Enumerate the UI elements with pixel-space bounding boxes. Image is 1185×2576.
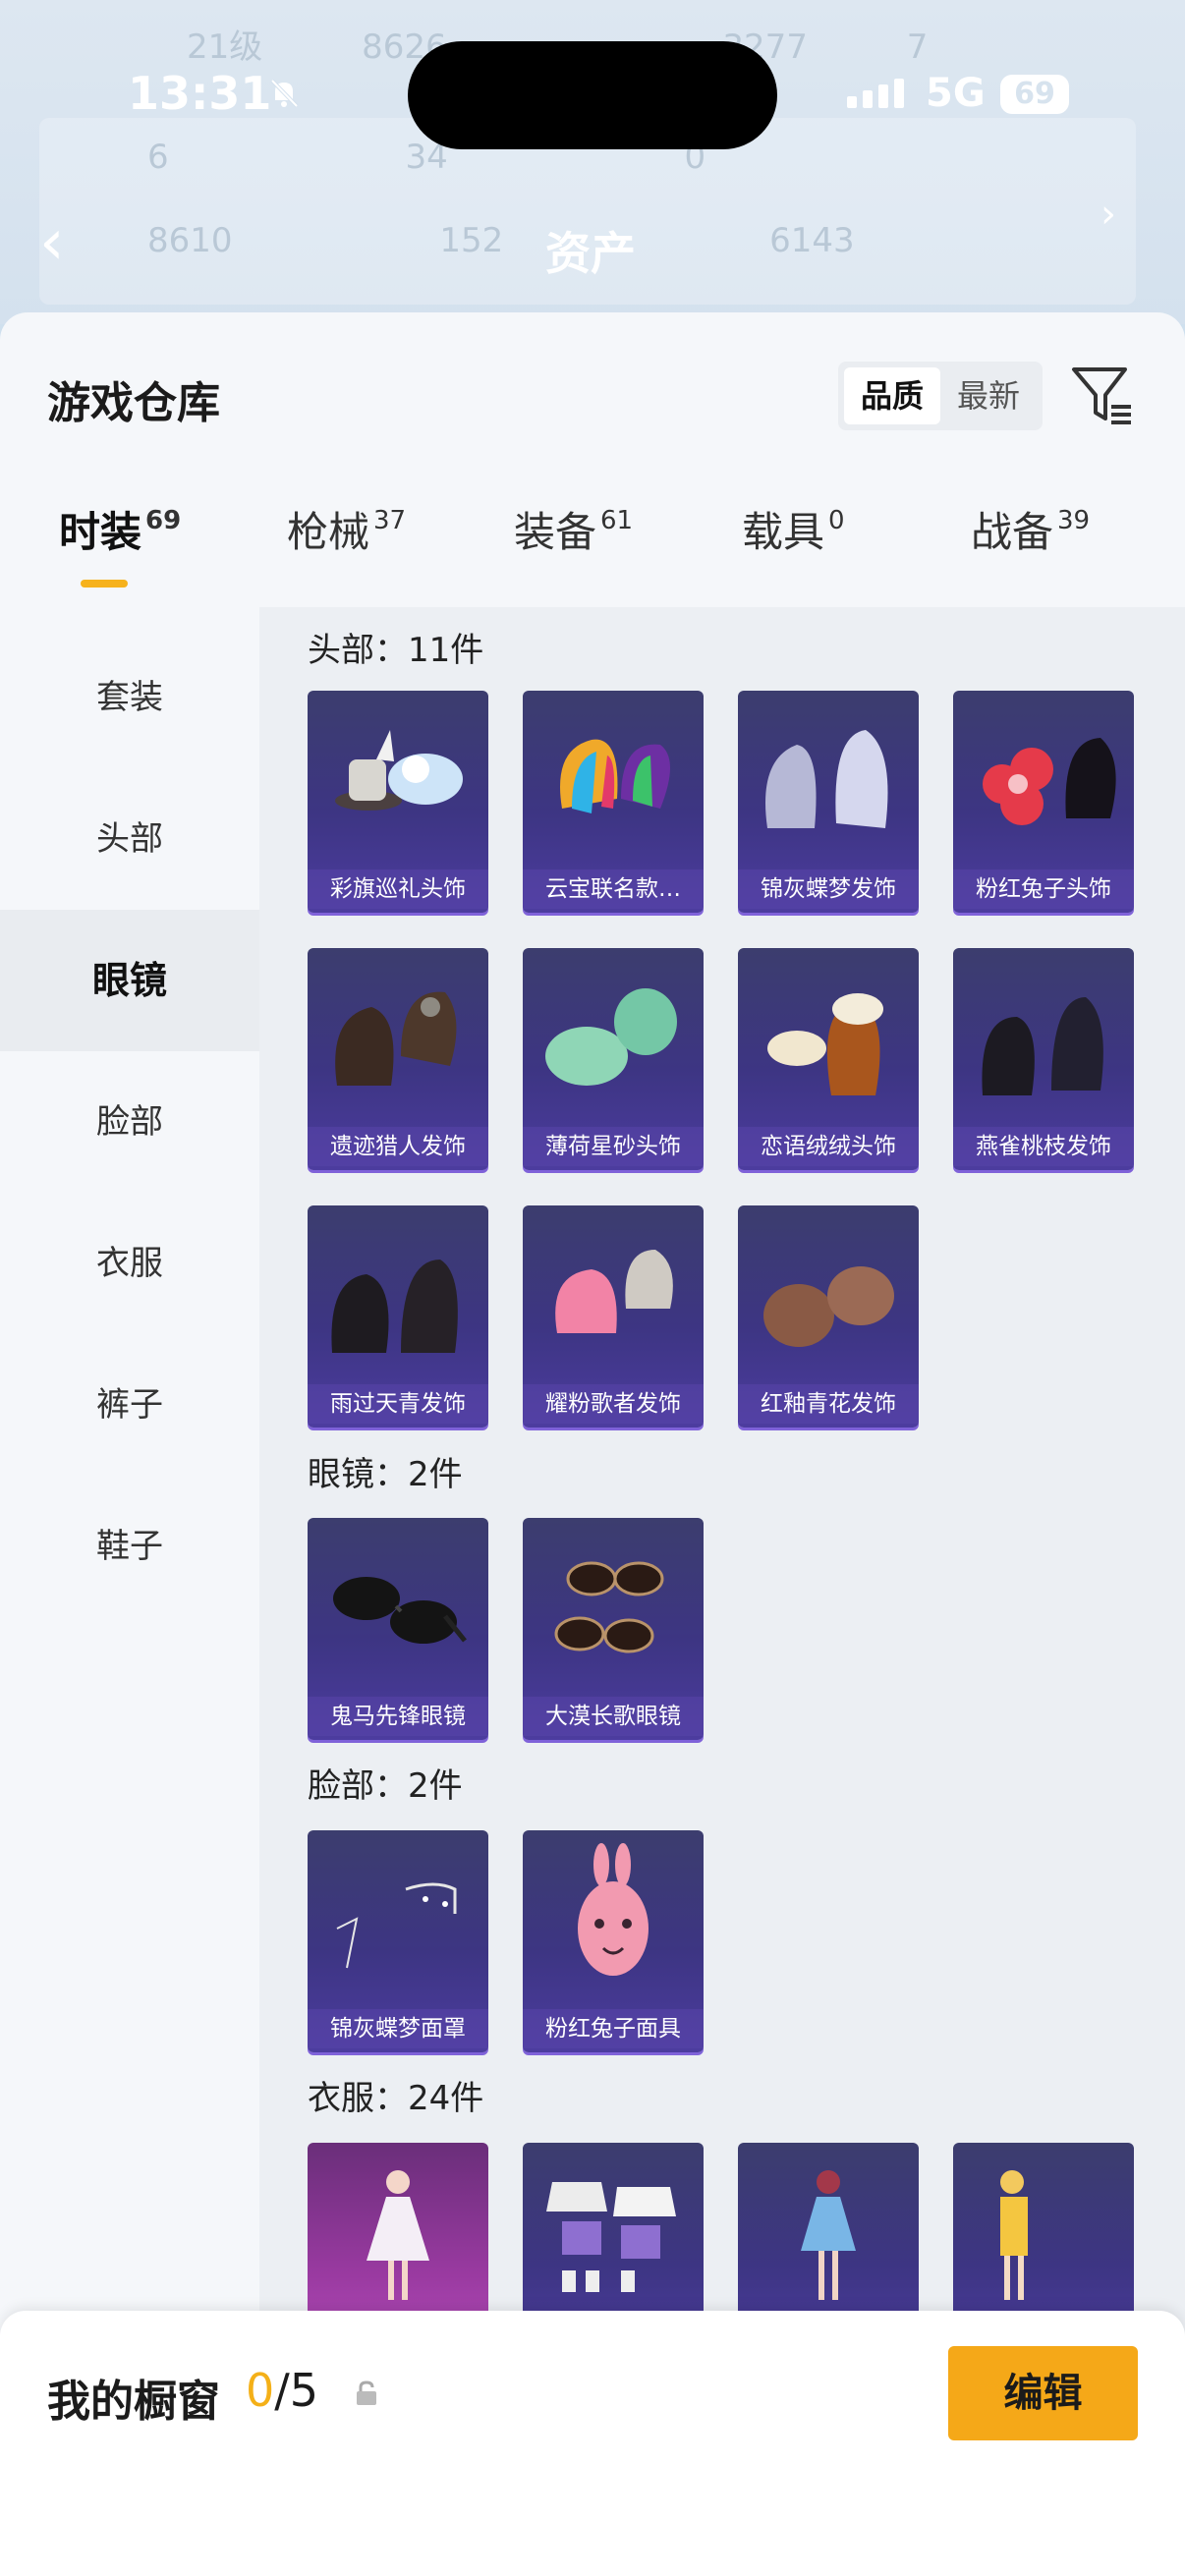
page-title: 资产 <box>545 227 636 280</box>
item-card[interactable]: 大漠长歌眼镜 <box>523 1518 704 1740</box>
tab-guns[interactable]: 枪械 37 <box>287 499 406 559</box>
tab-fashion[interactable]: 时装 69 <box>59 499 181 559</box>
item-card[interactable]: 鬼马先锋眼镜 <box>308 1518 488 1740</box>
item-card[interactable]: 恋语绒绒头饰 <box>738 948 919 1170</box>
back-chevron-icon[interactable]: ‹ <box>39 211 65 274</box>
sidebar-item-head[interactable]: 头部 <box>0 768 259 910</box>
signal-icon <box>847 79 910 108</box>
warehouse-title: 游戏仓库 <box>47 378 220 428</box>
tab-equipment[interactable]: 装备 61 <box>514 499 633 559</box>
lock-icon <box>357 2380 376 2405</box>
grey-hair-icon <box>765 730 888 828</box>
edit-button[interactable]: 编辑 <box>948 2346 1138 2440</box>
yellow-outfit-icon <box>1000 2170 1028 2300</box>
round-glasses-icon <box>554 1561 664 1653</box>
battery-icon: 69 <box>1000 75 1069 114</box>
rabbit-headwear-icon <box>983 738 1116 825</box>
active-tab-indicator <box>81 580 128 588</box>
mute-bell-icon <box>267 77 301 110</box>
sidebar-item-face[interactable]: 脸部 <box>0 1051 259 1193</box>
sidebar-item-outfit[interactable]: 套装 <box>0 627 259 768</box>
warehouse-sheet: 游戏仓库 品质 最新 时装 69 枪械 37 装备 61 载具 0 战备 39 套装 头部… <box>0 312 1185 2576</box>
mint-hair-icon <box>545 988 677 1086</box>
chevron-right-icon[interactable]: › <box>1100 192 1116 237</box>
sidebar-item-clothes[interactable]: 衣服 <box>0 1193 259 1334</box>
section-title-face: 脸部：2件 <box>308 1766 463 1806</box>
pink-hair-icon <box>555 1250 673 1333</box>
network-type: 5G <box>926 71 986 116</box>
item-card[interactable]: 粉红兔子头饰 <box>953 691 1134 913</box>
mask-icon <box>336 1882 457 1969</box>
item-card[interactable]: 红釉青花发饰 <box>738 1205 919 1428</box>
showcase-label: 我的橱窗 <box>47 2377 220 2427</box>
sort-toggle: 品质 最新 <box>838 362 1043 430</box>
item-card[interactable]: 彩旗巡礼头饰 <box>308 691 488 913</box>
status-bar: 13:31 5G 69 <box>0 0 1185 196</box>
sidebar-item-glasses[interactable]: 眼镜 <box>0 910 259 1051</box>
category-tabs: 时装 69 枪械 37 装备 61 载具 0 战备 39 <box>0 499 1185 597</box>
dress-outfit-icon <box>367 2170 429 2300</box>
dynamic-island <box>408 41 777 149</box>
filter-icon[interactable] <box>1068 362 1137 430</box>
sidebar-item-pants[interactable]: 裤子 <box>0 1334 259 1476</box>
fur-hat-icon <box>767 993 883 1095</box>
brown-hair-icon <box>335 991 457 1086</box>
items-grid: 头部：11件 彩旗巡礼头饰 云宝联名款… 锦灰蝶梦发饰 粉红兔子头饰 遗迹猎人发… <box>259 607 1185 2576</box>
section-title-clothes: 衣服：24件 <box>308 2079 484 2118</box>
rainbow-hair-icon <box>560 739 670 813</box>
blue-outfit-icon <box>801 2170 856 2300</box>
sort-quality-button[interactable]: 品质 <box>844 367 940 424</box>
sort-newest-button[interactable]: 最新 <box>940 367 1037 424</box>
item-card[interactable]: 薄荷星砂头饰 <box>523 948 704 1170</box>
item-card[interactable]: 燕雀桃枝发饰 <box>953 948 1134 1170</box>
sunglasses-icon <box>333 1577 467 1644</box>
black-hair-icon <box>982 997 1103 1095</box>
tab-vehicles[interactable]: 载具 0 <box>742 499 845 559</box>
sidebar-item-shoes[interactable]: 鞋子 <box>0 1476 259 1617</box>
item-card[interactable]: 云宝联名款… <box>523 691 704 913</box>
item-card[interactable]: 遗迹猎人发饰 <box>308 948 488 1170</box>
item-card[interactable]: 锦灰蝶梦面罩 <box>308 1830 488 2052</box>
item-card[interactable]: 耀粉歌者发饰 <box>523 1205 704 1428</box>
showcase-count: 0/5 <box>246 2364 319 2417</box>
item-card[interactable]: 雨过天青发饰 <box>308 1205 488 1428</box>
subcategory-sidebar: 套装 头部 眼镜 脸部 衣服 裤子 鞋子 <box>0 607 259 2576</box>
hat-icon <box>335 730 463 811</box>
auburn-hair-icon <box>763 1266 894 1347</box>
showcase-bar: 我的橱窗 0/5 编辑 <box>0 2311 1185 2576</box>
dark-hair-icon <box>331 1260 458 1353</box>
section-title-glasses: 眼镜：2件 <box>308 1455 463 1494</box>
section-title-head: 头部：11件 <box>308 631 484 670</box>
item-card[interactable]: 粉红兔子面具 <box>523 1830 704 2052</box>
rabbit-mask-icon <box>578 1843 649 1976</box>
item-card[interactable]: 锦灰蝶梦发饰 <box>738 691 919 913</box>
clothing-set-icon <box>546 2182 676 2292</box>
tab-supplies[interactable]: 战备 39 <box>971 499 1090 559</box>
status-time: 13:31 <box>128 67 272 120</box>
